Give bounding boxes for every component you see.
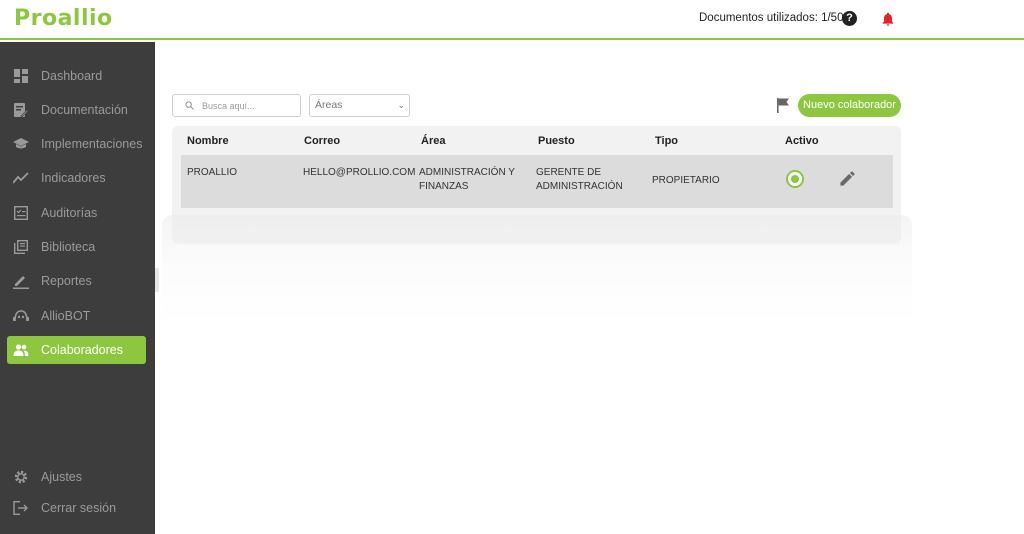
dashboard-icon: [13, 68, 29, 84]
pen-icon: [13, 273, 29, 289]
library-icon: [13, 239, 29, 255]
sidebar-item-colaboradores[interactable]: Colaboradores: [7, 336, 146, 364]
column-header-activo[interactable]: Activo: [785, 135, 819, 147]
cell-nombre: PROALLIO: [187, 167, 238, 178]
cell-puesto-line2: ADMINISTRACIÓN: [536, 181, 623, 192]
column-header-area[interactable]: Área: [421, 135, 445, 147]
help-icon[interactable]: ?: [842, 11, 857, 26]
cell-puesto-line1: GERENTE DE: [536, 167, 602, 178]
sidebar-item-biblioteca[interactable]: Biblioteca: [7, 233, 146, 261]
edit-pencil-icon[interactable]: [838, 169, 857, 188]
sidebar-item-label: AllioBOT: [41, 309, 91, 323]
sidebar: Dashboard Documentación Implementaciones…: [0, 42, 155, 534]
column-header-puesto[interactable]: Puesto: [538, 135, 575, 147]
areas-select-value: Áreas: [315, 99, 343, 111]
cell-tipo: PROPIETARIO: [652, 175, 720, 186]
checklist-icon: [13, 205, 29, 221]
sidebar-item-reportes[interactable]: Reportes: [7, 267, 146, 295]
sidebar-item-indicadores[interactable]: Indicadores: [7, 164, 146, 192]
chevron-down-icon: ⌄: [397, 100, 405, 110]
search-icon: [185, 101, 194, 110]
sidebar-item-label: Indicadores: [41, 171, 106, 185]
cell-area-line1: ADMINISTRACIÓN Y: [419, 167, 515, 178]
active-radio[interactable]: [786, 170, 804, 188]
search-box[interactable]: [172, 94, 301, 117]
top-bar: Proallio Documentos utilizados: 1/50 ?: [0, 0, 1024, 40]
sidebar-item-label: Dashboard: [41, 69, 103, 83]
areas-select[interactable]: Áreas ⌄: [309, 94, 410, 117]
sidebar-item-label: Reportes: [41, 274, 92, 288]
sidebar-item-label: Auditorías: [41, 206, 98, 220]
column-header-tipo[interactable]: Tipo: [655, 135, 678, 147]
logout-icon: [13, 500, 29, 516]
flag-icon[interactable]: [776, 97, 790, 113]
sidebar-item-label: Colaboradores: [41, 343, 123, 357]
column-header-nombre[interactable]: Nombre: [187, 135, 229, 147]
sidebar-item-cerrar-sesion[interactable]: Cerrar sesión: [7, 494, 146, 522]
sidebar-item-label: Cerrar sesión: [41, 501, 117, 515]
cell-area-line2: FINANZAS: [419, 181, 469, 192]
line-chart-icon: [13, 170, 29, 186]
document-edit-icon: [13, 102, 29, 118]
sidebar-item-alliobot[interactable]: AllioBOT: [7, 302, 146, 330]
new-collaborator-button[interactable]: Nuevo colaborador: [798, 94, 901, 117]
robot-icon: [13, 308, 29, 324]
logo[interactable]: Proallio: [14, 6, 113, 31]
graduation-cap-icon: [13, 136, 29, 152]
people-icon: [13, 342, 29, 358]
sidebar-item-label: Implementaciones: [41, 137, 143, 151]
column-header-correo[interactable]: Correo: [304, 135, 340, 147]
gear-icon: [13, 469, 29, 485]
bell-icon[interactable]: [880, 11, 896, 27]
table-shadow: [162, 215, 912, 325]
sidebar-item-ajustes[interactable]: Ajustes: [7, 463, 146, 491]
sidebar-item-documentacion[interactable]: Documentación: [7, 96, 146, 124]
sidebar-item-label: Biblioteca: [41, 240, 96, 254]
sidebar-item-implementaciones[interactable]: Implementaciones: [7, 130, 146, 158]
cell-correo: HELLO@PROLLIO.COM: [303, 167, 416, 178]
sidebar-item-dashboard[interactable]: Dashboard: [7, 62, 146, 90]
sidebar-item-label: Ajustes: [41, 470, 82, 484]
sidebar-collapse-handle[interactable]: [155, 268, 159, 292]
sidebar-item-auditorias[interactable]: Auditorías: [7, 199, 146, 227]
active-radio-dot: [791, 175, 799, 183]
sidebar-item-label: Documentación: [41, 103, 128, 117]
search-input[interactable]: [202, 100, 292, 111]
documents-usage: Documentos utilizados: 1/50: [699, 12, 844, 24]
